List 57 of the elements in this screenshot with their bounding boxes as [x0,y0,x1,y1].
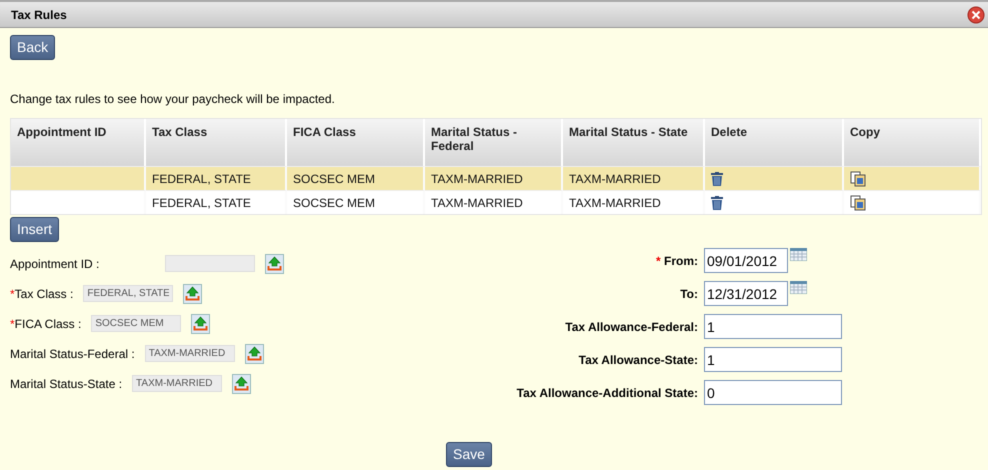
upload-icon [267,256,282,271]
lookup-button[interactable] [232,374,252,394]
text-field[interactable]: 0 [704,380,842,405]
field-label: Tax Allowance-State: [578,352,698,367]
table-cell: SOCSEC MEM [287,190,425,214]
copy-icon[interactable] [850,194,866,210]
copy-icon[interactable] [850,170,866,186]
column-header: Copy [844,119,981,166]
field-label: *FICA Class : [10,316,82,330]
table-cell: SOCSEC MEM [287,166,425,190]
text-field[interactable]: 1 [704,347,842,372]
column-header: Tax Class [146,119,287,166]
lookup-field[interactable] [165,255,256,272]
lookup-field[interactable]: SOCSEC MEM [91,315,182,332]
table-cell: FEDERAL, STATE [146,166,287,190]
field-label: Marital Status-Federal : [10,346,135,360]
table-cell: FEDERAL, STATE [146,190,287,214]
field-label: *Tax Class : [10,286,74,300]
lookup-field[interactable]: TAXM-MARRIED [132,375,222,392]
close-icon[interactable] [967,6,985,24]
table-cell: TAXM-MARRIED [563,190,705,214]
lookup-field[interactable]: FEDERAL, STATE [83,285,174,302]
window-title: Tax Rules [11,8,67,22]
upload-icon [246,346,262,361]
column-header: FICA Class [287,119,425,166]
lookup-button[interactable] [183,284,202,304]
date-field[interactable]: 09/01/2012 [704,248,788,273]
lookup-button[interactable] [265,254,284,274]
field-label: Tax Allowance-Federal: [565,319,698,334]
upload-icon [234,376,250,391]
table-cell: TAXM-MARRIED [425,190,563,214]
field-label: * From: [656,253,698,268]
calendar-icon[interactable] [790,281,807,294]
table-cell: TAXM-MARRIED [425,166,563,190]
lookup-field[interactable]: TAXM-MARRIED [144,345,235,362]
text-field[interactable]: 1 [704,314,842,339]
trash-icon[interactable] [711,196,723,210]
field-label: Marital Status-State : [10,376,122,390]
field-label: Appointment ID : [10,256,100,270]
upload-icon [185,286,200,301]
calendar-icon[interactable] [790,248,807,261]
lookup-button[interactable] [191,314,210,334]
insert-button[interactable]: Insert [10,217,60,242]
table-cell: TAXM-MARRIED [563,166,705,190]
column-header: Delete [705,119,844,166]
save-button[interactable]: Save [446,442,492,467]
field-label: Tax Allowance-Additional State: [516,385,698,400]
trash-icon[interactable] [711,172,723,186]
column-header: Marital Status - State [563,119,705,166]
intro-text: Change tax rules to see how your paycheck will be impacted. [10,92,336,106]
lookup-button[interactable] [244,344,264,364]
column-header: Marital Status - Federal [425,119,563,166]
column-header: Appointment ID [11,119,146,166]
date-field[interactable]: 12/31/2012 [704,281,788,306]
back-button[interactable]: Back [10,35,56,60]
upload-icon [193,316,208,331]
field-label: To: [680,286,698,301]
